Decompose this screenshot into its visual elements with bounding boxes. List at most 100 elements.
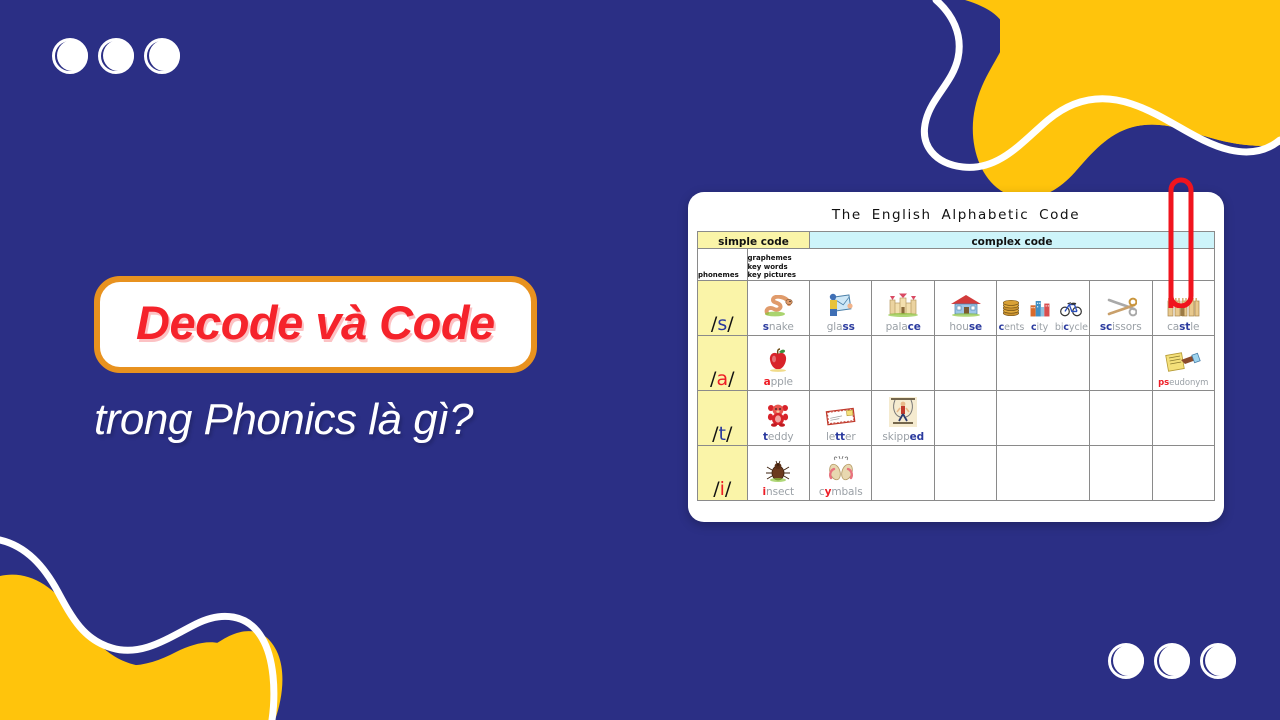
key-word: insect [762, 486, 795, 498]
subheader-line-3: key pictures [747, 271, 797, 280]
code-entry: letter [825, 405, 857, 443]
palace-icon [886, 293, 920, 320]
code-cell: house [933, 280, 998, 336]
bicycle-icon [1058, 298, 1084, 321]
code-cell [1151, 390, 1216, 446]
dot-cluster-top-left [52, 38, 180, 74]
code-cell: castle [1151, 280, 1216, 336]
table-band-row: simple code complex code [696, 231, 1215, 249]
code-entry: castle [1166, 295, 1200, 333]
pseudonym-icon [1165, 350, 1201, 377]
key-word: skipped [882, 431, 925, 443]
deco-dot [98, 38, 134, 74]
key-word: palace [885, 321, 921, 333]
phoneme-cell-t: /t/ [697, 390, 748, 446]
key-word: teddy [763, 431, 794, 443]
deco-dot [144, 38, 180, 74]
phoneme-cell-s: /s/ [697, 280, 748, 336]
apple-icon [766, 348, 790, 375]
table-body: /s/snake glass palace house cents city bicycle… [697, 280, 1216, 501]
key-word: bicycle [1054, 322, 1088, 333]
dot-cluster-bottom-right [1108, 643, 1236, 679]
title-badge: Decode và Code [94, 276, 537, 373]
deco-dot [52, 38, 88, 74]
snake-icon [763, 294, 793, 320]
key-word: letter [825, 431, 856, 443]
subheader-graphemes: graphemes key words key pictures [746, 248, 1216, 281]
key-word: castle [1167, 321, 1200, 333]
code-entry: insect [763, 460, 794, 498]
scissors-icon [1105, 297, 1138, 320]
code-entry: teddy [763, 403, 794, 443]
code-cell [1089, 335, 1153, 391]
page-title: Decode và Code [136, 296, 495, 349]
code-cell: insect [746, 445, 811, 501]
code-entry: palace [886, 293, 921, 333]
code-cell [933, 390, 998, 446]
key-word: house [949, 321, 982, 333]
code-cell: skipped [871, 390, 935, 446]
phoneme-cell-i: /i/ [697, 445, 748, 501]
code-cell [996, 445, 1091, 501]
code-cell [1151, 445, 1216, 501]
key-word: cymbals [818, 486, 863, 498]
code-cell [1089, 390, 1153, 446]
table-row: /s/snake glass palace house cents city bicycle… [697, 280, 1216, 336]
code-entry: glass [826, 293, 856, 333]
code-cell: scissors [1089, 280, 1153, 336]
glass-icon [826, 293, 856, 320]
insect-icon [765, 460, 791, 485]
key-word: glass [826, 321, 855, 333]
headline-block: Decode và Code trong Phonics là gì? [94, 276, 694, 445]
code-entry: skipped [882, 397, 924, 443]
subheader-phonemes: phonemes [697, 248, 748, 281]
cymbals-icon [826, 455, 856, 485]
house-icon [950, 293, 982, 320]
deco-dot [1108, 643, 1144, 679]
skipped-icon [889, 397, 918, 430]
code-entry: city [1028, 296, 1052, 333]
code-entry: scissors [1100, 297, 1142, 333]
code-cell [809, 335, 873, 391]
city-icon [1028, 296, 1052, 321]
code-cell [871, 445, 935, 501]
deco-dot [1154, 643, 1190, 679]
code-cell: glass [809, 280, 873, 336]
phoneme-cell-a: /a/ [697, 335, 748, 391]
code-cell [996, 335, 1091, 391]
key-word: scissors [1099, 321, 1142, 333]
code-cell [1089, 445, 1153, 501]
table-row: /t/teddy letter skipped [697, 390, 1216, 446]
alphabetic-code-table: simple code complex code phonemes graphe… [696, 231, 1216, 501]
code-cell: teddy [746, 390, 811, 446]
code-cell [996, 390, 1091, 446]
key-word: city [1030, 322, 1049, 333]
code-cell: cents city bicycle [996, 280, 1091, 336]
code-entry: pseudonym [1158, 350, 1208, 388]
castle-icon [1166, 295, 1200, 320]
code-entry: snake [762, 294, 794, 333]
band-complex-code: complex code [809, 231, 1215, 249]
code-cell [933, 445, 998, 501]
code-cell [871, 335, 935, 391]
key-word: apple [763, 376, 793, 388]
table-row: /i/insect cymbals [697, 445, 1216, 501]
code-cell: snake [746, 280, 811, 336]
teddy-icon [766, 403, 790, 430]
code-entry: house [949, 293, 982, 333]
key-word: pseudonym [1158, 378, 1209, 388]
code-cell: letter [809, 390, 873, 446]
table-subheader-row: phonemes graphemes key words key picture… [697, 248, 1216, 281]
code-entry: apple [764, 348, 793, 388]
table-row: /a/apple pseudonym [697, 335, 1216, 391]
code-entry: bicycle [1055, 298, 1088, 333]
coins-icon [1000, 298, 1022, 321]
letter-icon [825, 405, 857, 430]
key-word: snake [762, 321, 794, 333]
code-entry: cents [999, 298, 1024, 333]
english-alphabetic-code-card: The English Alphabetic Code simple code … [688, 192, 1224, 522]
page-subtitle: trong Phonics là gì? [94, 395, 473, 444]
code-cell: apple [746, 335, 811, 391]
band-simple-code: simple code [696, 231, 811, 249]
subheader-line-2: key words [747, 262, 788, 271]
